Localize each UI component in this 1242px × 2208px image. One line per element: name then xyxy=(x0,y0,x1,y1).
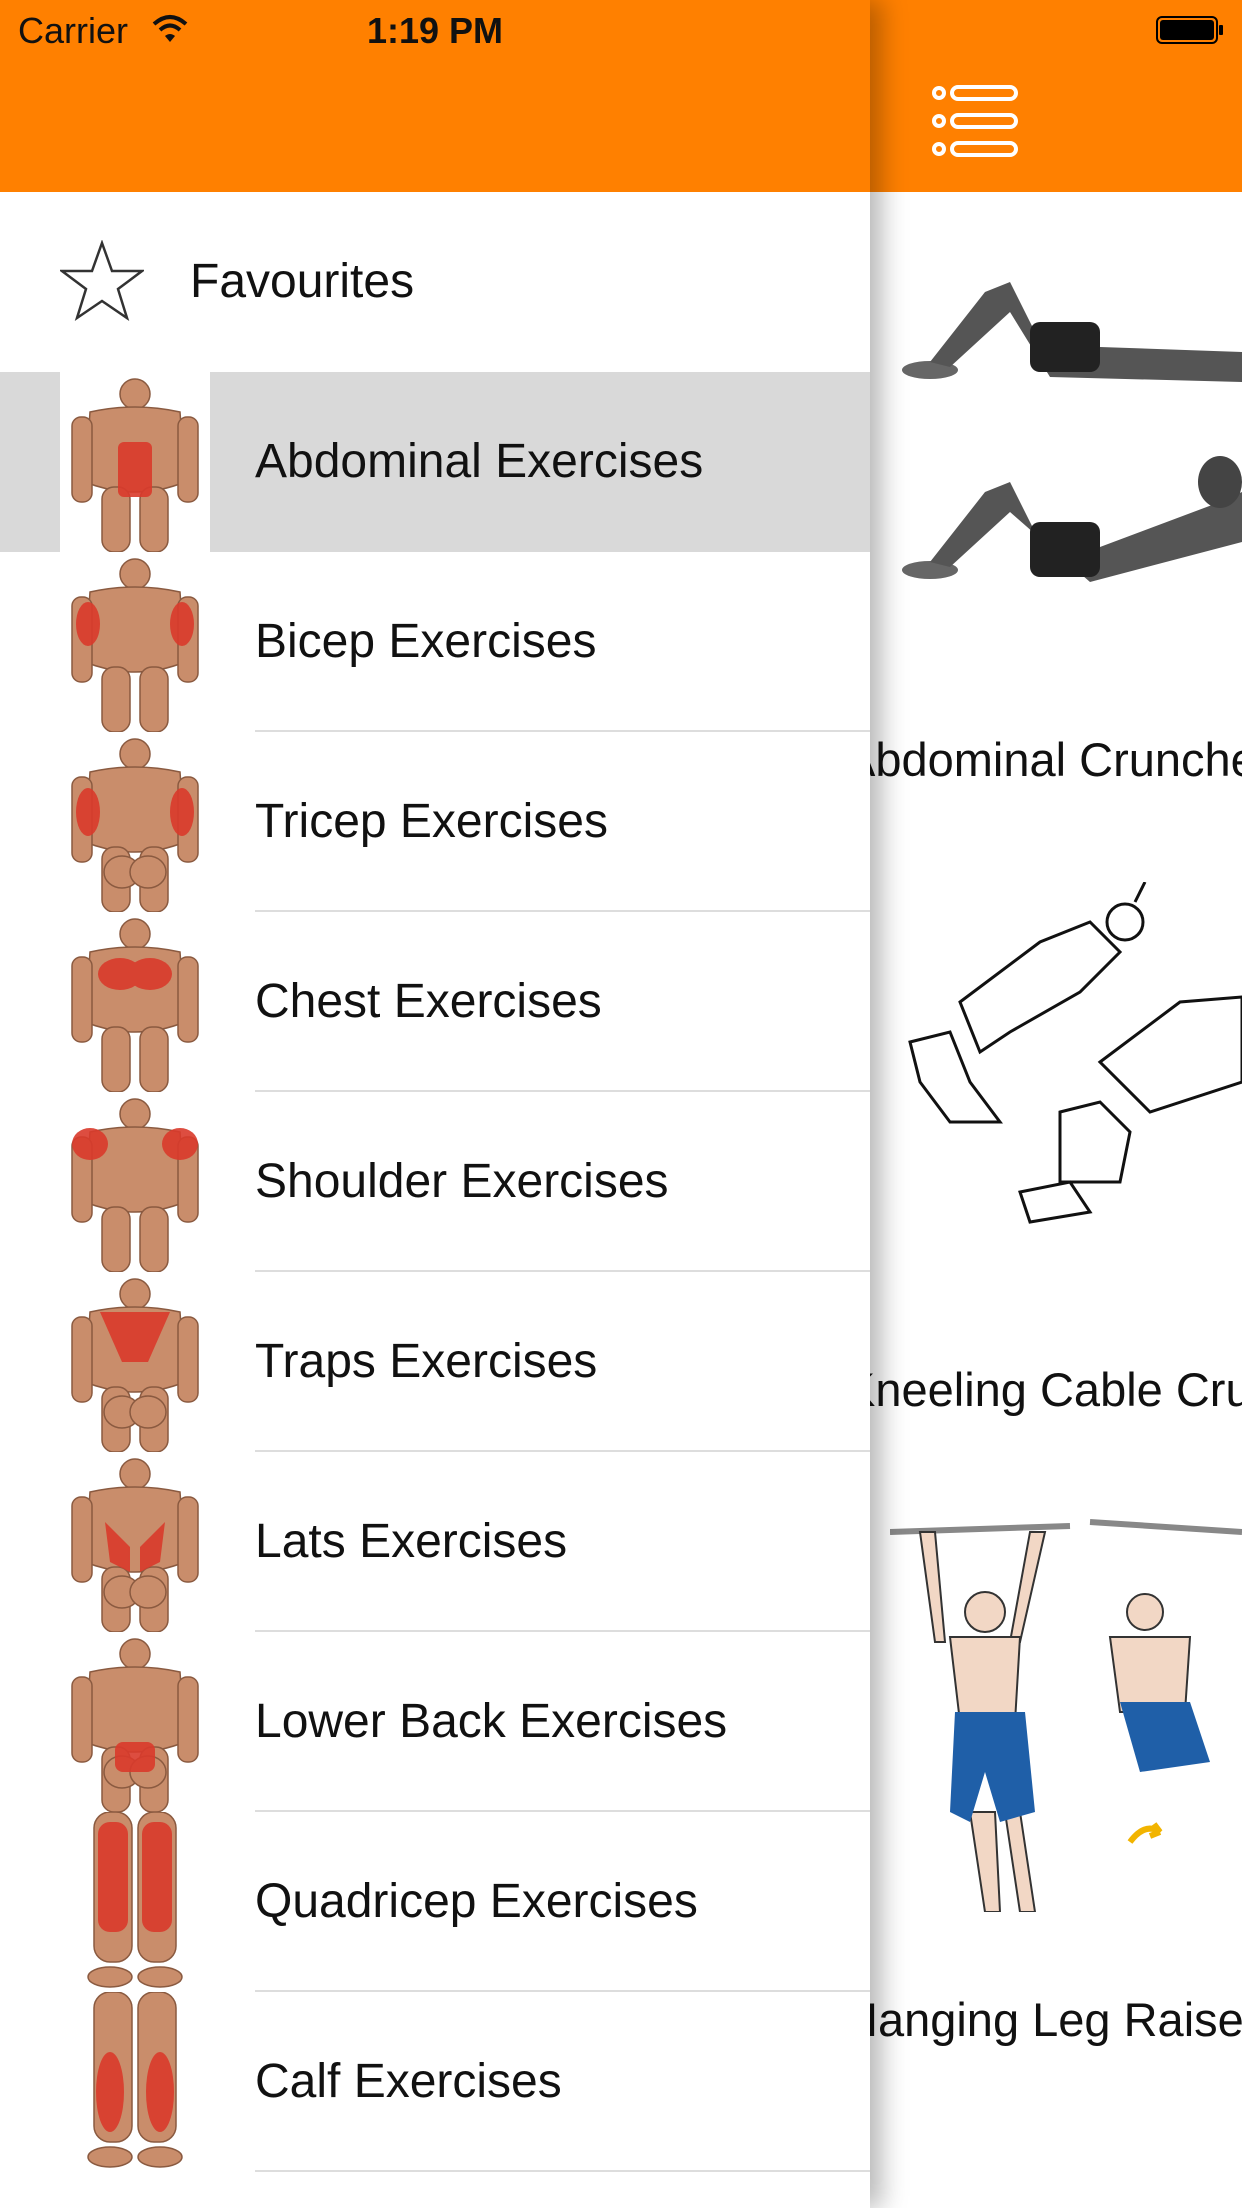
menu-item-label: Lower Back Exercises xyxy=(255,1695,728,1748)
menu-item-label: Bicep Exercises xyxy=(255,615,597,668)
muscle-thumbnail xyxy=(60,1452,210,1633)
menu-item[interactable]: Chest Exercises xyxy=(0,912,870,1093)
battery-icon xyxy=(1156,16,1223,44)
menu-item-label: Shoulder Exercises xyxy=(255,1155,669,1208)
muscle-figure-icon xyxy=(71,738,199,913)
muscle-figure-icon xyxy=(71,558,199,733)
exercise-title: Kneeling Cable Crunch xyxy=(870,1363,1242,1416)
muscle-figure-icon xyxy=(71,918,199,1093)
exercise-image xyxy=(890,1519,1242,1912)
muscle-thumbnail xyxy=(60,912,210,1093)
muscle-thumbnail xyxy=(60,1991,210,2172)
menu-item-label: Quadricep Exercises xyxy=(255,1875,698,1928)
muscle-figure-icon xyxy=(87,1811,183,1988)
menu-item[interactable]: Lower Back Exercises xyxy=(0,1632,870,1813)
favourites-label: Favourites xyxy=(190,255,415,308)
menu-list-icon[interactable] xyxy=(930,84,1020,158)
muscle-thumbnail xyxy=(60,1811,210,1992)
exercise-card[interactable]: Kneeling Cable Crunch xyxy=(870,822,1242,1452)
menu-item[interactable]: Bicep Exercises xyxy=(0,552,870,733)
menu-item-label: Chest Exercises xyxy=(255,975,602,1028)
muscle-figure-icon xyxy=(71,1458,199,1633)
status-time: 1:19 PM xyxy=(366,10,504,51)
content-navbar xyxy=(870,0,1242,192)
exercise-image xyxy=(908,882,1242,1224)
row-separator xyxy=(255,2170,870,2172)
muscle-thumbnail xyxy=(60,1092,210,1273)
muscle-figure-icon xyxy=(71,1098,199,1273)
menu-item-label: Traps Exercises xyxy=(255,1335,598,1388)
menu-item[interactable]: Calf Exercises xyxy=(0,1991,870,2172)
side-menu: Carrier 1:19 PM Favourites Abdominal Exe… xyxy=(0,0,870,2208)
exercise-title: Hanging Leg Raise xyxy=(870,1993,1242,2046)
star-outline-icon xyxy=(60,240,144,322)
menu-item-label: Abdominal Exercises xyxy=(255,435,704,488)
muscle-figure-icon xyxy=(71,378,199,553)
menu-item[interactable]: Quadricep Exercises xyxy=(0,1811,870,1992)
menu-item-label: Tricep Exercises xyxy=(255,795,608,848)
menu-item[interactable]: Traps Exercises xyxy=(0,1272,870,1453)
muscle-figure-icon xyxy=(71,1638,199,1813)
favourites-item[interactable]: Favourites xyxy=(0,192,870,372)
muscle-thumbnail xyxy=(60,732,210,913)
menu-navbar: Carrier 1:19 PM xyxy=(0,0,870,192)
exercise-content-panel: Abdominal Crunches Kneeling Cable Crunch xyxy=(870,0,1242,2208)
exercise-list: Abdominal Crunches Kneeling Cable Crunch xyxy=(870,192,1242,2082)
muscle-thumbnail xyxy=(60,552,210,733)
muscle-figure-icon xyxy=(87,1991,183,2168)
muscle-thumbnail xyxy=(60,1632,210,1813)
menu-item[interactable]: Tricep Exercises xyxy=(0,732,870,913)
muscle-thumbnail xyxy=(60,372,210,553)
muscle-figure-icon xyxy=(71,1278,199,1453)
muscle-group-list: Abdominal Exercises Bicep Exercises Tricep… xyxy=(0,372,870,2172)
exercise-image xyxy=(902,282,1242,582)
menu-item[interactable]: Lats Exercises xyxy=(0,1452,870,1633)
exercise-card[interactable]: Abdominal Crunches xyxy=(870,192,1242,822)
menu-item[interactable]: Shoulder Exercises xyxy=(0,1092,870,1273)
menu-item[interactable]: Abdominal Exercises xyxy=(0,372,870,553)
exercise-title: Abdominal Crunches xyxy=(870,733,1242,786)
menu-item-label: Calf Exercises xyxy=(255,2055,562,2108)
menu-item-label: Lats Exercises xyxy=(255,1515,568,1568)
exercise-card[interactable]: Hanging Leg Raise xyxy=(870,1452,1242,2082)
muscle-thumbnail xyxy=(60,1272,210,1453)
status-bar: Carrier 1:19 PM xyxy=(0,0,870,60)
